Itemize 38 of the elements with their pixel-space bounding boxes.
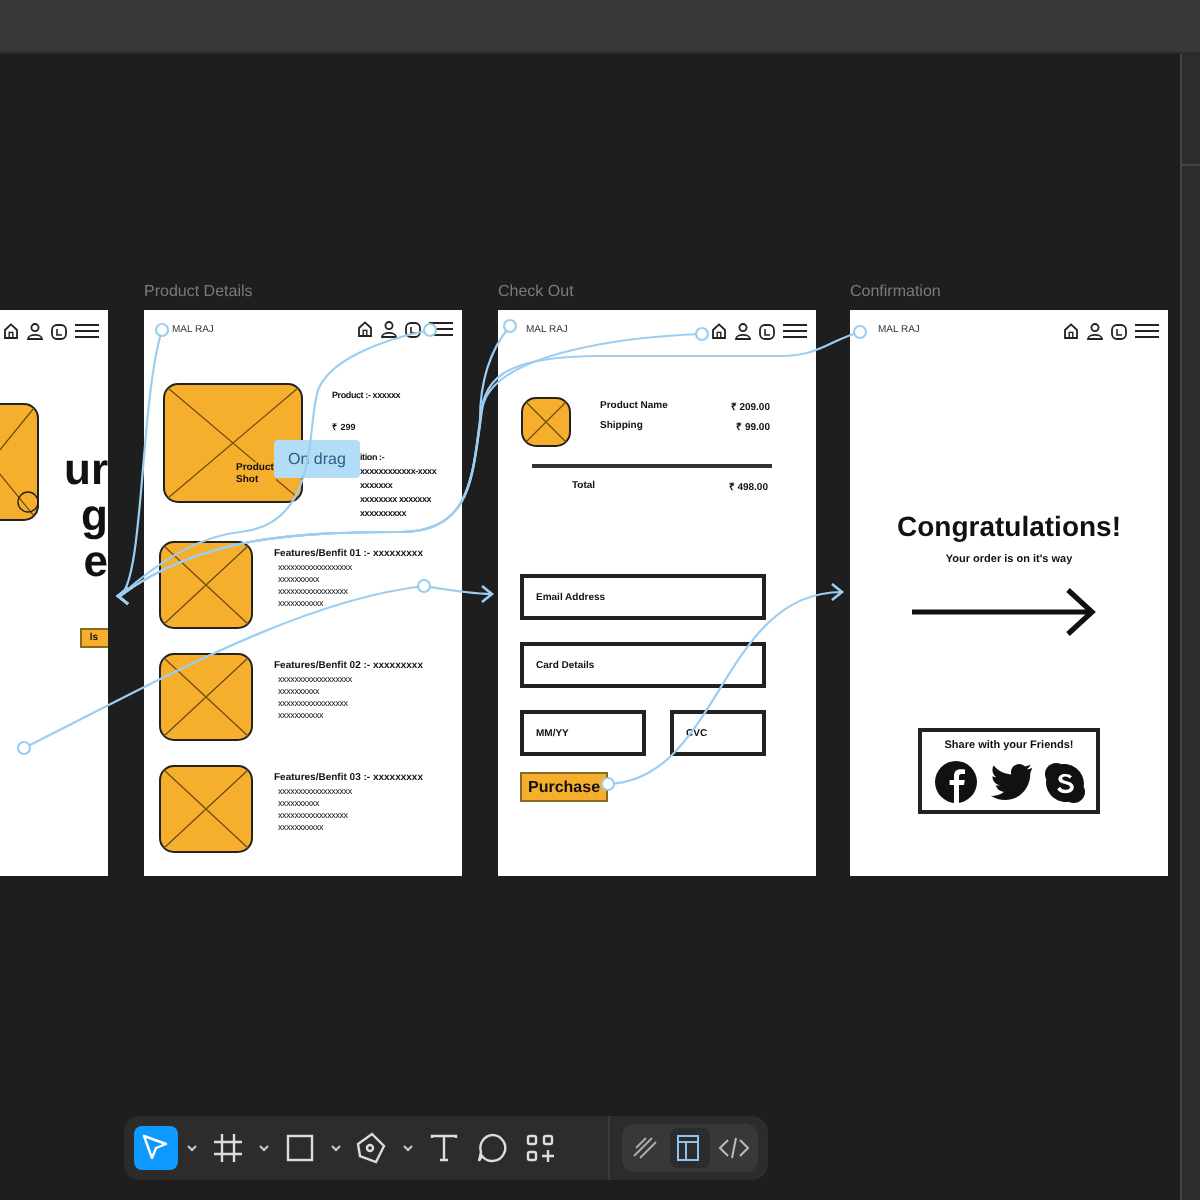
user-icon[interactable]: [380, 320, 398, 338]
heading-text: ur: [64, 446, 108, 492]
heading-text: g: [81, 492, 108, 538]
pen-icon: [354, 1130, 390, 1166]
user-icon[interactable]: [1086, 321, 1104, 339]
image-placeholder: [158, 539, 254, 630]
home-icon[interactable]: [710, 321, 728, 339]
user-icon[interactable]: [734, 321, 752, 339]
caret-icon: [258, 1144, 270, 1152]
layout-mode-button[interactable]: [670, 1128, 710, 1168]
comment-icon: [474, 1130, 510, 1166]
purchase-button[interactable]: Purchase: [520, 772, 609, 802]
user-icon[interactable]: [26, 321, 44, 339]
frame-title[interactable]: Check Out: [498, 282, 574, 300]
text-icon: [426, 1130, 462, 1166]
heading-text: Congratulations!: [895, 510, 1123, 542]
components-icon: [522, 1130, 558, 1166]
image-placeholder: [158, 763, 254, 854]
heading-text: e: [83, 538, 108, 584]
image-placeholder: [520, 396, 572, 448]
frame-title[interactable]: Product Details: [144, 282, 253, 300]
menu-icon[interactable]: [74, 321, 100, 339]
rectangle-icon: [282, 1130, 318, 1166]
menu-icon[interactable]: [1134, 321, 1160, 339]
circle-f-icon[interactable]: [933, 760, 977, 804]
home-icon[interactable]: [356, 320, 374, 338]
caret-icon: [186, 1144, 198, 1152]
pointer-tool[interactable]: [134, 1126, 178, 1170]
frame-icon: [210, 1130, 246, 1166]
menu-icon[interactable]: [782, 321, 808, 339]
menu-icon[interactable]: [428, 320, 454, 338]
arrow-icon: [910, 586, 1098, 638]
home-icon[interactable]: [2, 321, 20, 339]
caret-icon: [402, 1144, 414, 1152]
caret-icon: [330, 1144, 342, 1152]
frame-title[interactable]: Confirmation: [850, 282, 941, 300]
image-placeholder: [158, 651, 254, 742]
home-icon[interactable]: [1062, 321, 1080, 339]
